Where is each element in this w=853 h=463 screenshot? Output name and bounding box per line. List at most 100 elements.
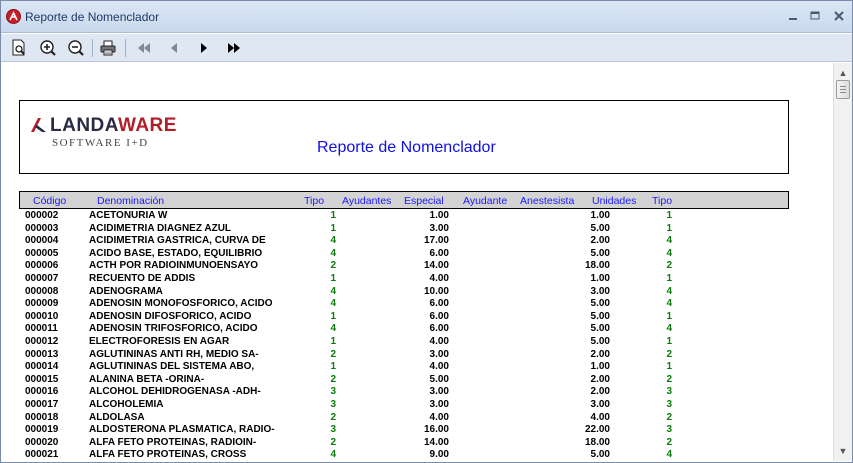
report-window: Reporte de Nomenclador LANDAWARE SOFTWAR… [0, 0, 853, 463]
row-code: 000018 [25, 411, 59, 423]
row-tipo: 1 [330, 272, 336, 284]
row-tipo: 1 [330, 335, 336, 347]
title-bar[interactable]: Reporte de Nomenclador [1, 1, 852, 33]
table-row: 000005 ACIDO BASE, ESTADO, EQUILIBRIO 4 6.0… [2, 248, 833, 261]
row-name: ALDOLASA [89, 411, 145, 423]
row-tipo-2: 2 [666, 411, 672, 423]
row-code: 000009 [25, 298, 59, 310]
row-unidades: 18.00 [584, 260, 610, 272]
table-row: 000003 ACIDIMETRIA DIAGNEZ AZUL 1 3.00 5.00 1 [2, 223, 833, 236]
row-unidades: 3.00 [590, 285, 610, 297]
table-row: 000018 ALDOLASA 2 4.00 4.00 2 [2, 412, 833, 425]
row-tipo: 4 [330, 298, 336, 310]
table-row: 000007 RECUENTO DE ADDIS 1 4.00 1.00 1 [2, 273, 833, 286]
row-tipo-2: 4 [666, 235, 672, 247]
row-tipo-2: 3 [666, 398, 672, 410]
report-title: Reporte de Nomenclador [317, 139, 496, 156]
row-tipo-2: 2 [666, 260, 672, 272]
row-tipo: 3 [330, 424, 336, 436]
close-icon[interactable] [831, 9, 847, 23]
row-tipo: 2 [330, 260, 336, 272]
row-tipo: 4 [330, 285, 336, 297]
row-tipo-2: 2 [666, 436, 672, 448]
row-code: 000003 [25, 222, 59, 234]
row-code: 000004 [25, 235, 59, 247]
vertical-scrollbar[interactable]: ▲ ▼ [833, 63, 852, 461]
row-especial: 4.00 [429, 411, 449, 423]
scroll-up-icon[interactable]: ▲ [837, 67, 849, 79]
column-header-denominacion: Denominación [97, 195, 165, 207]
table-row: 000014 AGLUTININAS DEL SISTEMA ABO, 1 4.00 1… [2, 361, 833, 374]
row-code: 000021 [25, 449, 59, 461]
table-row: 000017 ALCOHOLEMIA 3 3.00 3.00 3 [2, 399, 833, 412]
next-page-icon[interactable] [193, 37, 215, 59]
row-tipo: 2 [330, 373, 336, 385]
row-tipo-2: 1 [666, 361, 672, 373]
row-code: 000016 [25, 386, 59, 398]
row-tipo-2: 1 [666, 335, 672, 347]
first-page-icon[interactable] [133, 37, 155, 59]
row-tipo: 4 [330, 323, 336, 335]
row-name: ADENOSIN DIFOSFORICO, ACIDO [89, 310, 252, 322]
row-tipo-2: 4 [666, 323, 672, 335]
table-row: 000020 ALFA FETO PROTEINAS, RADIOIN- 2 14.0… [2, 437, 833, 450]
row-especial: 17.00 [423, 235, 449, 247]
toolbar-separator [92, 39, 93, 57]
row-unidades: 1.00 [590, 272, 610, 284]
row-name: RECUENTO DE ADDIS [89, 272, 196, 284]
row-tipo: 1 [330, 222, 336, 234]
row-tipo: 1 [330, 310, 336, 322]
scroll-down-icon[interactable]: ▼ [837, 445, 849, 457]
row-code: 000012 [25, 335, 59, 347]
scrollbar-thumb[interactable] [836, 80, 850, 99]
row-tipo-2: 1 [666, 222, 672, 234]
row-especial: 3.00 [429, 398, 449, 410]
row-unidades: 2.00 [590, 373, 610, 385]
row-especial: 5.00 [429, 373, 449, 385]
page-preview-icon[interactable] [8, 37, 30, 59]
row-name: ACIDIMETRIA DIAGNEZ AZUL [89, 222, 232, 234]
row-tipo: 4 [330, 449, 336, 461]
logo-mark-icon [31, 118, 46, 132]
row-tipo-2: 4 [666, 247, 672, 259]
printer-icon[interactable] [97, 37, 119, 59]
last-page-icon[interactable] [223, 37, 245, 59]
column-header-anestesista: Anestesista [520, 195, 575, 207]
row-name: ADENOSIN MONOFOSFORICO, ACIDO [89, 298, 273, 310]
report-preview[interactable]: LANDAWARE SOFTWARE I+D Reporte de Nomenc… [2, 63, 833, 461]
minimize-icon[interactable] [785, 9, 801, 23]
row-unidades: 5.00 [590, 449, 610, 461]
row-tipo-2: 1 [666, 210, 672, 221]
row-code: 000007 [25, 272, 59, 284]
table-row: 000006 ACTH POR RADIOINMUNOENSAYO 2 14.00 18… [2, 260, 833, 273]
row-tipo-2: 3 [666, 424, 672, 436]
app-icon[interactable] [6, 9, 21, 24]
row-especial: 3.00 [429, 348, 449, 360]
row-code: 000002 [25, 210, 59, 221]
row-especial: 10.00 [423, 285, 449, 297]
row-tipo-2: 4 [666, 285, 672, 297]
row-tipo: 1 [330, 361, 336, 373]
row-unidades: 2.00 [590, 348, 610, 360]
row-unidades: 2.00 [590, 235, 610, 247]
previous-page-icon[interactable] [163, 37, 185, 59]
row-especial: 6.00 [429, 247, 449, 259]
row-especial: 4.00 [429, 361, 449, 373]
row-tipo: 4 [330, 247, 336, 259]
table-row: 000009 ADENOSIN MONOFOSFORICO, ACIDO 4 6.00… [2, 298, 833, 311]
zoom-out-icon[interactable] [65, 37, 87, 59]
row-unidades: 5.00 [590, 323, 610, 335]
row-especial: 3.00 [429, 386, 449, 398]
row-tipo: 1 [330, 210, 336, 221]
table-row: 000010 ADENOSIN DIFOSFORICO, ACIDO 1 6.00 5.… [2, 311, 833, 324]
table-row: 000002 ACETONURIA W 1 1.00 1.00 1 [2, 210, 833, 223]
table-row: 000013 AGLUTININAS ANTI RH, MEDIO SA- 2 3.0… [2, 349, 833, 362]
column-header-ayudante: Ayudante [463, 195, 508, 207]
maximize-icon[interactable] [807, 9, 823, 23]
report-rows: 000002 ACETONURIA W 1 1.00 1.00 1 000003 ACIDIM… [2, 210, 833, 461]
row-name: ACTH POR RADIOINMUNOENSAYO [89, 260, 259, 272]
column-header-especial: Especial [404, 195, 444, 207]
zoom-in-icon[interactable] [37, 37, 59, 59]
row-code: 000020 [25, 436, 59, 448]
row-especial: 1.00 [429, 210, 449, 221]
